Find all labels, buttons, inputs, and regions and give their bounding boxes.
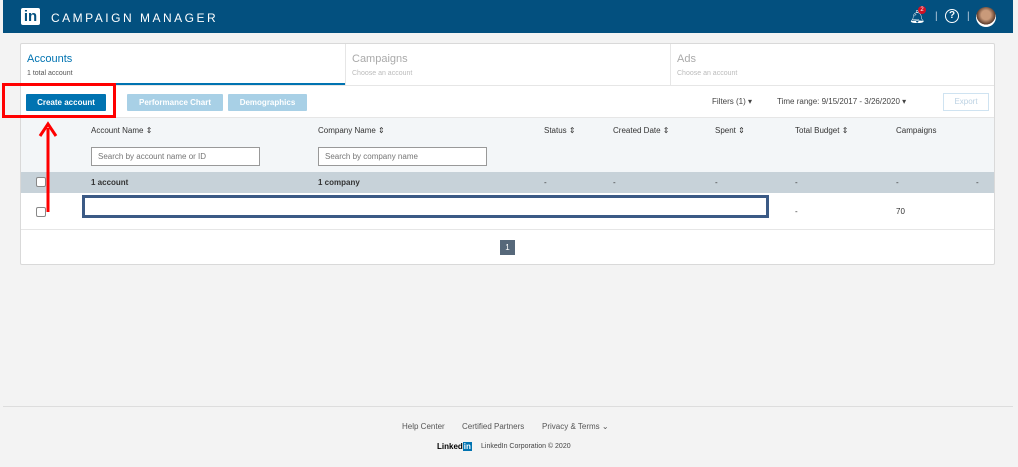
performance-chart-button[interactable]: Performance Chart [127, 94, 223, 111]
tab-label: Ads [677, 53, 696, 65]
tab-sub: Choose an account [352, 70, 413, 77]
divider: | [935, 11, 938, 22]
privacy-terms-link[interactable]: Privacy & Terms ⌄ [542, 422, 609, 431]
summary-row: 1 account 1 company - - - - - - [21, 172, 994, 193]
linkedin-footer-logo: Linkedin [437, 442, 472, 451]
certified-partners-link[interactable]: Certified Partners [462, 422, 524, 431]
summary-cell: - [976, 178, 979, 187]
row-total-budget: - [795, 207, 798, 216]
tab-label: Campaigns [352, 53, 408, 65]
tab-campaigns[interactable]: Campaigns Choose an account [345, 44, 670, 85]
col-spent[interactable]: Spent ⇕ [715, 126, 745, 135]
tab-accounts[interactable]: Accounts 1 total account [21, 44, 345, 85]
export-button[interactable]: Export [943, 93, 989, 111]
summary-cell: - [544, 178, 547, 187]
demographics-button[interactable]: Demographics [228, 94, 307, 111]
tab-label: Accounts [27, 53, 73, 65]
app-title: CAMPAIGN MANAGER [51, 11, 219, 25]
col-status[interactable]: Status ⇕ [544, 126, 576, 135]
divider: | [967, 11, 970, 22]
redaction-box [82, 195, 769, 218]
avatar[interactable] [976, 7, 996, 27]
col-campaigns: Campaigns [896, 126, 937, 135]
table-header: Account Name ⇕ Company Name ⇕ Status ⇕ C… [21, 117, 994, 172]
summary-cell: - [896, 178, 899, 187]
tab-sub: Choose an account [677, 70, 738, 77]
summary-companies: 1 company [318, 178, 360, 187]
footer: Help Center Certified Partners Privacy &… [3, 406, 1013, 467]
col-created-date[interactable]: Created Date ⇕ [613, 126, 670, 135]
red-arrow-icon [38, 121, 58, 212]
page-1-button[interactable]: 1 [500, 240, 515, 255]
notification-badge: 2 [918, 6, 926, 14]
account-search-input[interactable] [91, 147, 260, 166]
summary-cell: - [613, 178, 616, 187]
linkedin-logo[interactable]: in [21, 8, 40, 25]
col-total-budget[interactable]: Total Budget ⇕ [795, 126, 848, 135]
time-range-dropdown[interactable]: Time range: 9/15/2017 - 3/26/2020 ▾ [777, 97, 906, 106]
toolbar: Create account Performance Chart Demogra… [21, 85, 994, 117]
col-account-name[interactable]: Account Name ⇕ [91, 126, 152, 135]
top-bar: in CAMPAIGN MANAGER 🔔︎ 2 | ? | [3, 0, 1013, 33]
copyright: LinkedIn Corporation © 2020 [481, 443, 571, 450]
accounts-panel: Accounts 1 total account Campaigns Choos… [20, 43, 995, 265]
summary-cell: - [795, 178, 798, 187]
tab-ads[interactable]: Ads Choose an account [670, 44, 994, 85]
filters-dropdown[interactable]: Filters (1) ▾ [712, 97, 752, 106]
row-campaigns: 70 [896, 207, 905, 216]
help-icon[interactable]: ? [945, 9, 959, 23]
help-center-link[interactable]: Help Center [402, 422, 445, 431]
highlight-box [2, 83, 116, 118]
summary-accounts: 1 account [91, 178, 129, 187]
tab-sub: 1 total account [27, 70, 73, 77]
summary-cell: - [715, 178, 718, 187]
col-company-name[interactable]: Company Name ⇕ [318, 126, 385, 135]
company-search-input[interactable] [318, 147, 487, 166]
